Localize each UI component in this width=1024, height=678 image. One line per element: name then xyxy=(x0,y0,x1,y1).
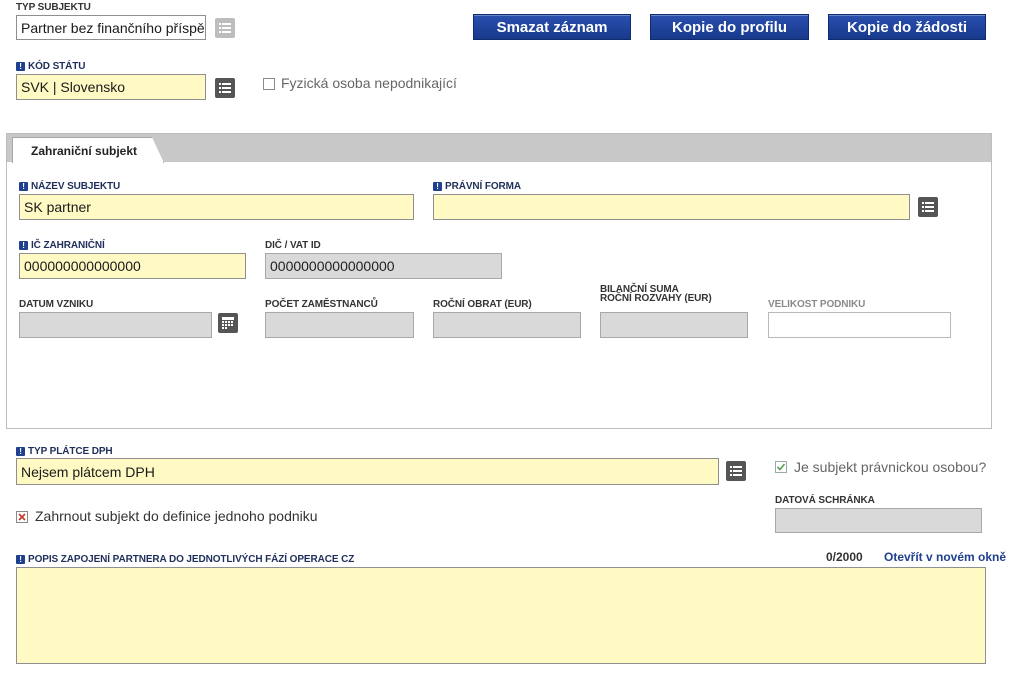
fyzicka-osoba-checkbox[interactable] xyxy=(263,78,275,90)
bilancni-suma-field xyxy=(600,312,748,338)
char-counter: 0/2000 xyxy=(826,550,863,564)
datova-schranka-label: DATOVÁ SCHRÁNKA xyxy=(775,495,875,506)
tab-bar: Zahraniční subjekt xyxy=(7,134,991,163)
typ-platce-dph-label: ! TYP PLÁTCE DPH xyxy=(16,446,113,457)
dic-label: DIČ / VAT ID xyxy=(265,240,321,251)
nazev-subjektu-label: ! NÁZEV SUBJEKTU xyxy=(19,181,120,192)
zahranicni-subjekt-panel: Zahraniční subjekt ! NÁZEV SUBJEKTU SK pa… xyxy=(6,133,992,429)
calendar-icon xyxy=(222,317,234,329)
bilancni-suma-label: BILANČNÍ SUMA ROČNÍ ROZVAHY (EUR) xyxy=(600,284,712,304)
kod-statu-field[interactable]: SVK | Slovensko xyxy=(16,74,206,100)
typ-platce-dph-field[interactable]: Nejsem plátcem DPH xyxy=(16,458,719,485)
typ-subjektu-list-button[interactable] xyxy=(215,18,235,38)
list-icon xyxy=(219,83,231,93)
pocet-zamestnancu-label: POČET ZAMĚSTNANCŮ xyxy=(265,299,378,310)
zahrnout-subjekt-label: Zahrnout subjekt do definice jednoho pod… xyxy=(35,508,318,524)
nazev-subjektu-field[interactable]: SK partner xyxy=(19,194,414,220)
delete-record-button[interactable]: Smazat záznam xyxy=(473,14,631,40)
datum-vzniku-field xyxy=(19,312,212,338)
typ-subjektu-label: TYP SUBJEKTU xyxy=(16,2,91,13)
velikost-podniku-label: VELIKOST PODNIKU xyxy=(768,299,866,310)
rocni-obrat-field xyxy=(433,312,581,338)
required-icon: ! xyxy=(16,447,25,456)
required-icon: ! xyxy=(16,62,25,71)
required-icon: ! xyxy=(19,182,28,191)
required-icon: ! xyxy=(19,241,28,250)
datova-schranka-field xyxy=(775,508,982,533)
rocni-obrat-label: ROČNÍ OBRAT (EUR) xyxy=(433,299,532,310)
list-icon xyxy=(922,202,934,212)
ic-zahranicni-label: ! IČ ZAHRANIČNÍ xyxy=(19,240,105,251)
pravni-forma-label: ! PRÁVNÍ FORMA xyxy=(433,181,521,192)
pravni-forma-list-button[interactable] xyxy=(918,197,938,217)
typ-subjektu-field[interactable]: Partner bez finančního příspěvku xyxy=(16,15,206,40)
fyzicka-osoba-label: Fyzická osoba nepodnikající xyxy=(281,75,457,91)
list-icon xyxy=(219,23,231,33)
velikost-podniku-field xyxy=(768,312,951,338)
cross-icon xyxy=(18,513,26,521)
popis-zapojeni-label: ! POPIS ZAPOJENÍ PARTNERA DO JEDNOTLIVÝCH… xyxy=(16,554,354,565)
popis-zapojeni-textarea[interactable] xyxy=(16,567,986,664)
kod-statu-list-button[interactable] xyxy=(215,78,235,98)
pravni-forma-field[interactable] xyxy=(433,194,910,220)
checkmark-icon xyxy=(776,463,786,471)
list-icon xyxy=(730,466,742,476)
ic-zahranicni-field[interactable]: 000000000000000 xyxy=(19,253,246,279)
pravnicka-osoba-label: Je subjekt právnickou osobou? xyxy=(794,459,987,475)
required-icon: ! xyxy=(16,555,25,564)
kod-statu-label: ! KÓD STÁTU xyxy=(16,61,86,72)
tab-zahranicni-subjekt[interactable]: Zahraniční subjekt xyxy=(12,137,165,163)
calendar-button[interactable] xyxy=(218,313,238,333)
typ-platce-dph-list-button[interactable] xyxy=(726,461,746,481)
copy-to-profile-button[interactable]: Kopie do profilu xyxy=(650,14,809,40)
pravnicka-osoba-checkbox[interactable] xyxy=(775,461,787,473)
dic-field: 0000000000000000 xyxy=(265,253,502,279)
copy-to-application-button[interactable]: Kopie do žádosti xyxy=(828,14,986,40)
pocet-zamestnancu-field xyxy=(265,312,414,338)
zahrnout-subjekt-checkbox[interactable] xyxy=(16,511,28,523)
datum-vzniku-label: DATUM VZNIKU xyxy=(19,299,94,310)
required-icon: ! xyxy=(433,182,442,191)
open-new-window-link[interactable]: Otevřít v novém okně xyxy=(884,550,1006,564)
